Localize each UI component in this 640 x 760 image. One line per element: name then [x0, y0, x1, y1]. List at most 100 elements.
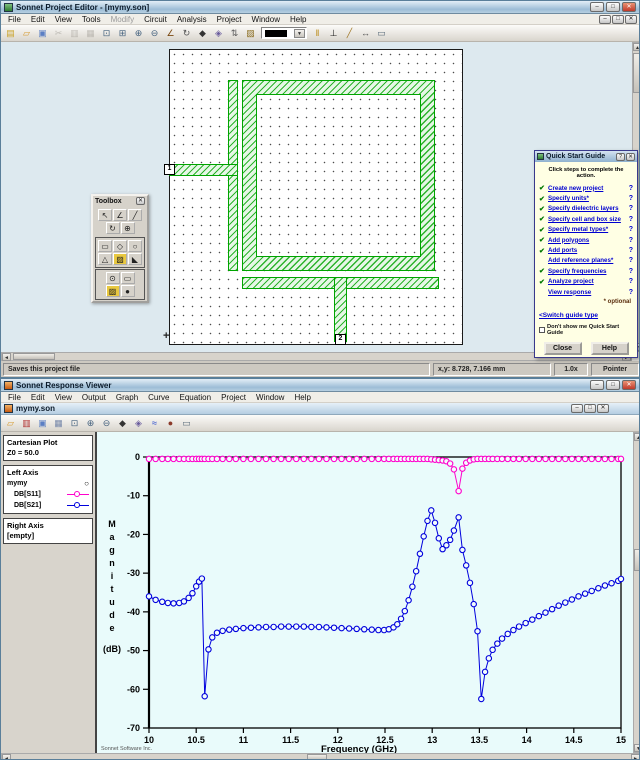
doc-close-button[interactable]: ✕: [625, 15, 637, 24]
menu-view[interactable]: View: [50, 15, 77, 24]
menu-edit[interactable]: Edit: [26, 15, 50, 24]
menu-output[interactable]: Output: [77, 393, 111, 402]
qsg-step-help-link[interactable]: ?: [629, 237, 633, 244]
ground-tool[interactable]: ●: [120, 285, 135, 297]
menu-file[interactable]: File: [3, 15, 26, 24]
menu-edit[interactable]: Edit: [26, 393, 50, 402]
scroll-right-icon[interactable]: ►: [631, 754, 639, 759]
plot-minimize-button[interactable]: –: [571, 404, 583, 413]
editor-close-button[interactable]: ✕: [622, 2, 636, 12]
qsg-step-link[interactable]: View response: [548, 289, 629, 296]
qsg-step-link[interactable]: Specify dielectric layers: [548, 205, 629, 212]
chevron-down-icon[interactable]: ▼: [294, 28, 305, 38]
qsg-step-link[interactable]: Specify cell and box size: [548, 216, 629, 223]
menu-circuit[interactable]: Circuit: [139, 15, 172, 24]
port2-feedline[interactable]: [334, 277, 347, 342]
menu-window[interactable]: Window: [251, 393, 289, 402]
viewer-titlebar[interactable]: Sonnet Response Viewer – □ ✕: [1, 379, 639, 392]
measure-icon[interactable]: ∠: [163, 27, 178, 40]
measure-tool[interactable]: ╱: [128, 209, 142, 221]
menu-project[interactable]: Project: [216, 393, 251, 402]
zoom-tool[interactable]: ⊕: [120, 222, 135, 234]
plot-close-button[interactable]: ✕: [597, 404, 609, 413]
rotate-tool[interactable]: ↻: [105, 222, 120, 234]
qsg-step-link[interactable]: Create new project: [548, 185, 629, 192]
curve-row-s11[interactable]: DB[S11]: [7, 489, 89, 500]
scroll-up-icon[interactable]: ▲: [633, 43, 639, 51]
zoom-box-icon[interactable]: ⊞: [115, 27, 130, 40]
scroll-left-icon[interactable]: ◄: [2, 353, 11, 361]
qsg-close-button[interactable]: ✕: [626, 152, 635, 161]
viewer-vscroll-thumb[interactable]: [634, 549, 639, 571]
fit-view-icon[interactable]: ⊡: [67, 417, 82, 430]
new-graph-icon[interactable]: ▥: [19, 417, 34, 430]
qsg-switch-guide-link[interactable]: <Switch guide type: [539, 312, 633, 319]
viewer-minimize-button[interactable]: –: [590, 380, 604, 390]
save-icon[interactable]: ▣: [35, 27, 50, 40]
doc-minimize-button[interactable]: –: [599, 15, 611, 24]
wedge-tool[interactable]: ◣: [128, 253, 142, 265]
open-icon[interactable]: ▱: [3, 417, 18, 430]
rotate-icon[interactable]: ↻: [179, 27, 194, 40]
qsg-step-link[interactable]: Specify metal types*: [548, 226, 629, 233]
hscroll-track[interactable]: [11, 353, 622, 360]
doc-restore-button[interactable]: □: [612, 15, 624, 24]
qsg-step-help-link[interactable]: ?: [629, 247, 633, 254]
print-icon[interactable]: ▭: [374, 27, 389, 40]
menu-graph[interactable]: Graph: [111, 393, 143, 402]
ring-resonator[interactable]: [242, 80, 435, 271]
menu-view[interactable]: View: [50, 393, 77, 402]
viewer-close-button[interactable]: ✕: [622, 380, 636, 390]
copy-icon[interactable]: ▦: [51, 417, 66, 430]
menu-window[interactable]: Window: [247, 15, 285, 24]
viewer-vscroll-track[interactable]: [634, 441, 639, 744]
substrate-box[interactable]: 1 2 +: [163, 49, 463, 345]
menu-tools[interactable]: Tools: [77, 15, 106, 24]
qsg-titlebar[interactable]: Quick Start Guide ? ✕: [535, 151, 637, 162]
cartesian-plot[interactable]: 0-10-20-30-40-50-60-7010 10.5 11 11.5 12 12.5…: [97, 432, 633, 755]
save-icon[interactable]: ▣: [35, 417, 50, 430]
dont-show-checkbox[interactable]: [539, 327, 545, 334]
qsg-step-help-link[interactable]: ?: [629, 257, 633, 264]
menu-file[interactable]: File: [3, 393, 26, 402]
qsg-help-button[interactable]: Help: [590, 342, 629, 356]
menu-equation[interactable]: Equation: [174, 393, 216, 402]
dimension-icon[interactable]: ↔: [358, 27, 373, 40]
menu-analysis[interactable]: Analysis: [172, 15, 212, 24]
triangle-tool[interactable]: △: [98, 253, 112, 265]
viewer-hscroll-thumb[interactable]: [307, 754, 327, 759]
scroll-down-icon[interactable]: ▼: [634, 744, 639, 752]
editor-maximize-button[interactable]: □: [606, 2, 620, 12]
editor-minimize-button[interactable]: –: [590, 2, 604, 12]
view-3d-icon[interactable]: ◈: [211, 27, 226, 40]
port-icon[interactable]: ⊥: [326, 27, 341, 40]
project-row[interactable]: mymy ○: [7, 478, 89, 489]
metal-layer-icon[interactable]: ▨: [243, 27, 258, 40]
viewer-maximize-button[interactable]: □: [606, 380, 620, 390]
paste-icon[interactable]: ▦: [83, 27, 98, 40]
qsg-step-help-link[interactable]: ?: [629, 268, 633, 275]
draw-circle-tool[interactable]: ○: [128, 240, 142, 252]
qsg-step-help-link[interactable]: ?: [629, 195, 633, 202]
metal-tool[interactable]: ▨: [105, 285, 120, 297]
project-icon[interactable]: ●: [163, 417, 178, 430]
port2-label[interactable]: 2: [335, 334, 346, 345]
cell-size-icon[interactable]: ◆: [195, 27, 210, 40]
qsg-step-link[interactable]: Add ports: [548, 247, 629, 254]
print-icon[interactable]: ▭: [179, 417, 194, 430]
layer-up-icon[interactable]: ⇅: [227, 27, 242, 40]
toolbox-titlebar[interactable]: Toolbox ✕: [93, 196, 147, 206]
vscroll-thumb[interactable]: [633, 53, 639, 93]
box-tool[interactable]: ▭: [120, 272, 135, 284]
curve-row-s21[interactable]: DB[S21]: [7, 500, 89, 511]
pointer-tool[interactable]: ↖: [98, 209, 112, 221]
menu-curve[interactable]: Curve: [143, 393, 174, 402]
qsg-step-help-link[interactable]: ?: [629, 278, 633, 285]
draw-rect-tool[interactable]: ▭: [98, 240, 112, 252]
qsg-step-help-link[interactable]: ?: [629, 216, 633, 223]
qsg-step-help-link[interactable]: ?: [629, 289, 633, 296]
metal-select-dropdown[interactable]: ▼: [261, 27, 307, 39]
dimension-tool[interactable]: ∠: [113, 209, 127, 221]
menu-help[interactable]: Help: [289, 393, 315, 402]
toolbox-palette[interactable]: Toolbox ✕ ↖ ∠ ╱ ↻ ⊕ ▭ ◇ ○ △ ▨ ◣ ⊙ ▭ ▨ ●: [91, 194, 149, 303]
